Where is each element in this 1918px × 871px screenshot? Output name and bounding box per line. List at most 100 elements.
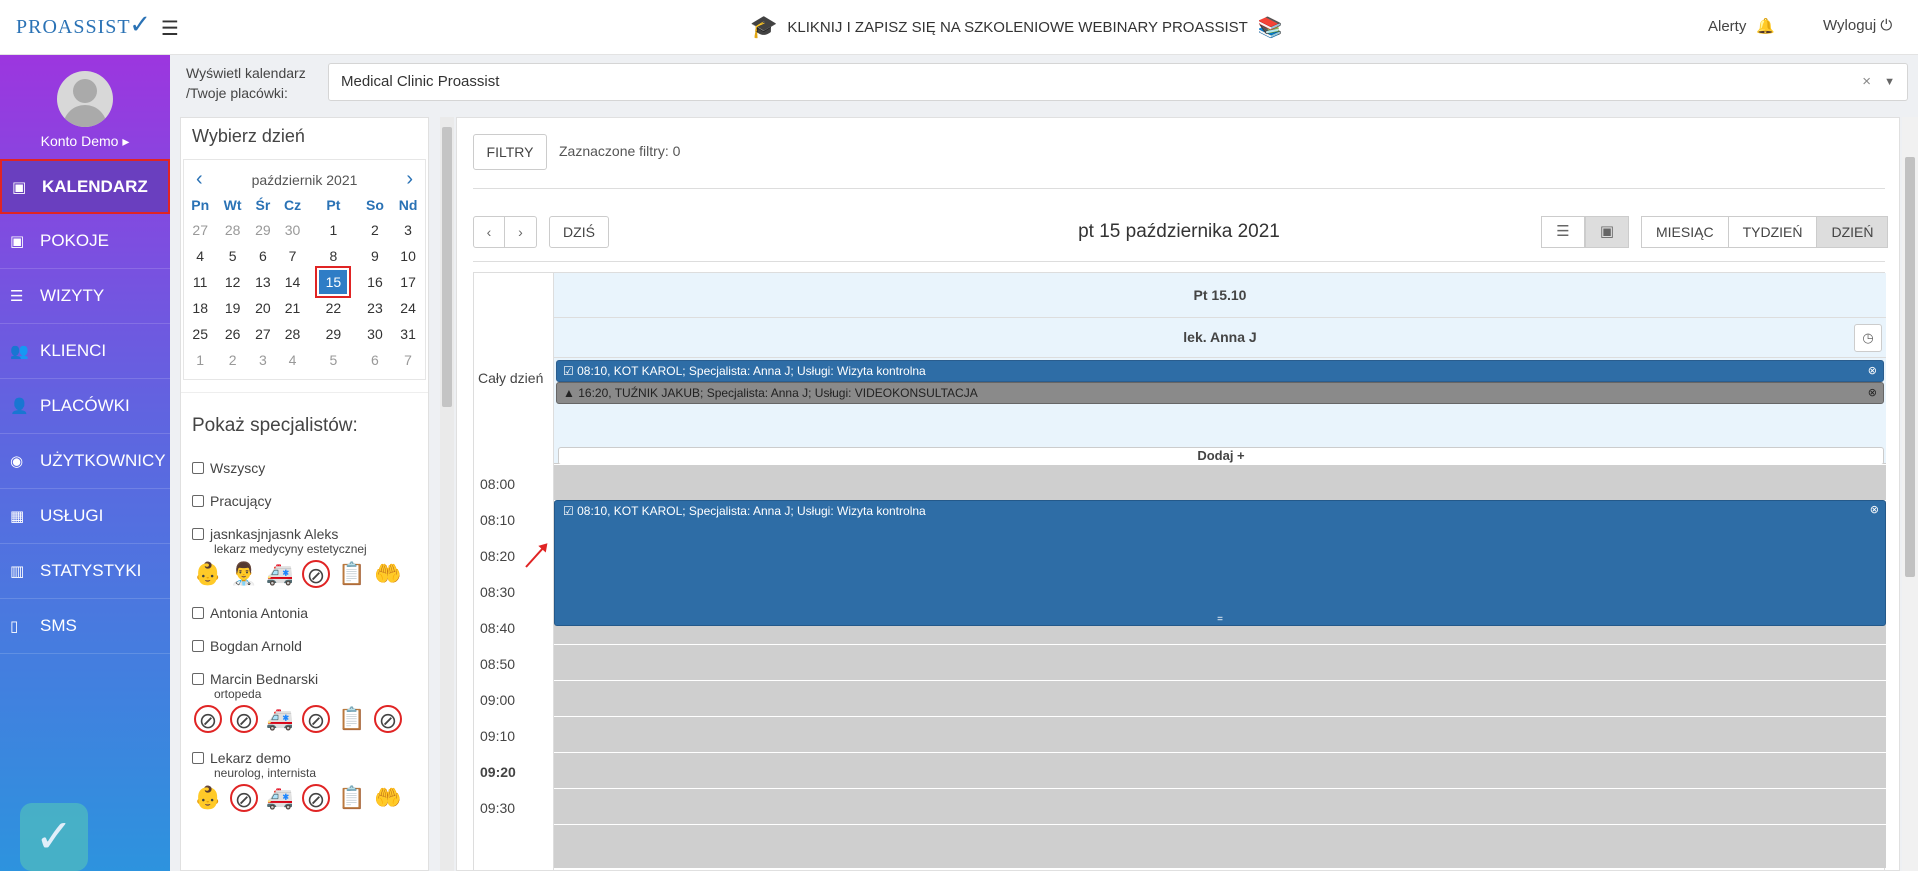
logout-link[interactable]: Wyloguj ⏻ [1823, 17, 1892, 34]
day-cell[interactable]: 29 [308, 321, 359, 347]
day-cell[interactable]: 7 [277, 243, 308, 269]
day-cell[interactable]: 5 [216, 243, 248, 269]
day-grid: Cały dzień 08:00 08:10 08:20 08:30 08:40… [473, 272, 1886, 870]
close-icon[interactable]: ⊗ [1868, 383, 1877, 403]
checkbox[interactable] [192, 494, 204, 507]
alerts-link[interactable]: Alerty 🔔 [1708, 17, 1775, 35]
nav-item-statystyki[interactable]: ▥ STATYSTYKI [0, 544, 170, 599]
nav-item-uzytkownicy[interactable]: ◉ UŻYTKOWNICY [0, 434, 170, 489]
specialist-role: neurolog, internista [214, 766, 317, 780]
add-event-button[interactable]: Dodaj + [558, 447, 1884, 465]
account-menu[interactable]: Konto Demo ▸ [0, 133, 170, 150]
specialist-item[interactable]: Bogdan Arnold [192, 629, 417, 662]
day-cell[interactable]: 12 [216, 269, 248, 295]
day-cell-selected[interactable]: 15 [308, 266, 359, 298]
kids-icon: 👶 [194, 561, 222, 586]
day-cell[interactable]: 9 [359, 243, 391, 269]
checkbox[interactable] [192, 606, 204, 619]
page-scrollbar[interactable] [1902, 117, 1918, 871]
specialist-item[interactable]: Antonia Antonia [192, 596, 417, 629]
day-cell[interactable]: 10 [391, 243, 425, 269]
day-cell[interactable]: 29 [249, 217, 277, 243]
checkbox[interactable] [192, 751, 204, 764]
week-view-button[interactable]: TYDZIEŃ [1728, 216, 1818, 248]
day-cell[interactable]: 27 [184, 217, 216, 243]
nav-item-placowki[interactable]: 👤 PLACÓWKI [0, 379, 170, 434]
event-allday[interactable]: ☑ 08:10, KOT KAROL; Specjalista: Anna J;… [556, 360, 1884, 382]
day-cell[interactable]: 16 [359, 269, 391, 295]
books-icon: 📚 [1257, 16, 1283, 39]
nav-item-wizyty[interactable]: ☰ WIZYTY [0, 269, 170, 324]
nav-item-sms[interactable]: ▯ SMS [0, 599, 170, 654]
nav-item-kalendarz[interactable]: ▣ KALENDARZ [0, 159, 170, 214]
all-day-label: Cały dzień [478, 370, 544, 386]
day-cell[interactable]: 7 [391, 347, 425, 373]
day-cell[interactable]: 25 [184, 321, 216, 347]
day-cell[interactable]: 20 [249, 295, 277, 321]
checkbox[interactable] [192, 672, 204, 685]
avatar[interactable] [57, 71, 113, 127]
banner-text[interactable]: KLIKNIJ I ZAPISZ SIĘ NA SZKOLENIOWE WEBI… [787, 19, 1247, 36]
day-cell[interactable]: 3 [391, 217, 425, 243]
day-cell[interactable]: 18 [184, 295, 216, 321]
day-cell[interactable]: 30 [359, 321, 391, 347]
month-view-button[interactable]: MIESIĄC [1641, 216, 1729, 248]
list-view-icon[interactable]: ☰ [1541, 216, 1585, 248]
no-doctor-icon: ⊘ [302, 560, 330, 588]
checkbox[interactable] [192, 639, 204, 652]
day-cell[interactable]: 26 [216, 321, 248, 347]
day-cell[interactable]: 21 [277, 295, 308, 321]
proassist-logo[interactable]: PROASSIST ✓ [16, 9, 151, 45]
day-cell[interactable]: 19 [216, 295, 248, 321]
hamburger-menu-icon[interactable]: ☰ [161, 16, 179, 41]
day-cell[interactable]: 5 [308, 347, 359, 373]
day-cell[interactable]: 6 [249, 243, 277, 269]
day-cell[interactable]: 13 [249, 269, 277, 295]
nav-item-klienci[interactable]: 👥 KLIENCI [0, 324, 170, 379]
day-cell[interactable]: 8 [308, 243, 359, 269]
calendar-view-icon[interactable]: ▣ [1585, 216, 1629, 248]
day-cell[interactable]: 28 [277, 321, 308, 347]
day-cell[interactable]: 11 [184, 269, 216, 295]
event-allday[interactable]: ▲ 16:20, TUŹNIK JAKUB; Specjalista: Anna… [556, 382, 1884, 404]
day-cell[interactable]: 14 [277, 269, 308, 295]
close-icon[interactable]: ⊗ [1868, 361, 1877, 381]
day-cell[interactable]: 23 [359, 295, 391, 321]
clear-icon[interactable]: × [1862, 64, 1871, 100]
clock-icon[interactable]: ◷ [1854, 324, 1882, 352]
nav-item-uslugi[interactable]: ▦ USŁUGI [0, 489, 170, 544]
day-cell[interactable]: 1 [308, 217, 359, 243]
resize-handle[interactable]: = [555, 614, 1885, 625]
day-cell[interactable]: 17 [391, 269, 425, 295]
specialist-item[interactable]: Wszyscy [192, 451, 417, 484]
day-cell[interactable]: 4 [184, 243, 216, 269]
prev-month-icon[interactable]: ‹ [196, 168, 203, 191]
checkbox[interactable] [192, 461, 204, 474]
day-cell[interactable]: 22 [308, 295, 359, 321]
day-cell[interactable]: 1 [184, 347, 216, 373]
checkbox[interactable] [192, 527, 204, 540]
day-cell[interactable]: 2 [216, 347, 248, 373]
time-slot[interactable] [554, 824, 1886, 868]
day-cell[interactable]: 27 [249, 321, 277, 347]
day-cell[interactable]: 4 [277, 347, 308, 373]
clinic-select[interactable]: Medical Clinic Proassist × ▼ [328, 63, 1908, 101]
weekday: Śr [255, 197, 271, 213]
left-scrollbar[interactable] [440, 117, 454, 871]
day-cell[interactable]: 30 [277, 217, 308, 243]
day-cell[interactable]: 6 [359, 347, 391, 373]
specialist-item[interactable]: Pracujący [192, 484, 417, 517]
day-cell[interactable]: 3 [249, 347, 277, 373]
day-cell[interactable]: 2 [359, 217, 391, 243]
day-view-button[interactable]: DZIEŃ [1817, 216, 1889, 248]
filters-button[interactable]: FILTRY [473, 134, 547, 170]
day-cell[interactable]: 31 [391, 321, 425, 347]
day-cell[interactable]: 28 [216, 217, 248, 243]
next-month-icon[interactable]: › [406, 168, 413, 191]
nav-item-pokoje[interactable]: ▣ POKOJE [0, 214, 170, 269]
chevron-down-icon[interactable]: ▼ [1884, 64, 1895, 100]
event-block[interactable]: ☑ 08:10, KOT KAROL; Specjalista: Anna J;… [554, 500, 1886, 626]
close-icon[interactable]: ⊗ [1870, 503, 1879, 516]
webinar-banner[interactable]: 🎓 KLIKNIJ I ZAPISZ SIĘ NA SZKOLENIOWE WE… [750, 14, 1283, 40]
day-cell[interactable]: 24 [391, 295, 425, 321]
